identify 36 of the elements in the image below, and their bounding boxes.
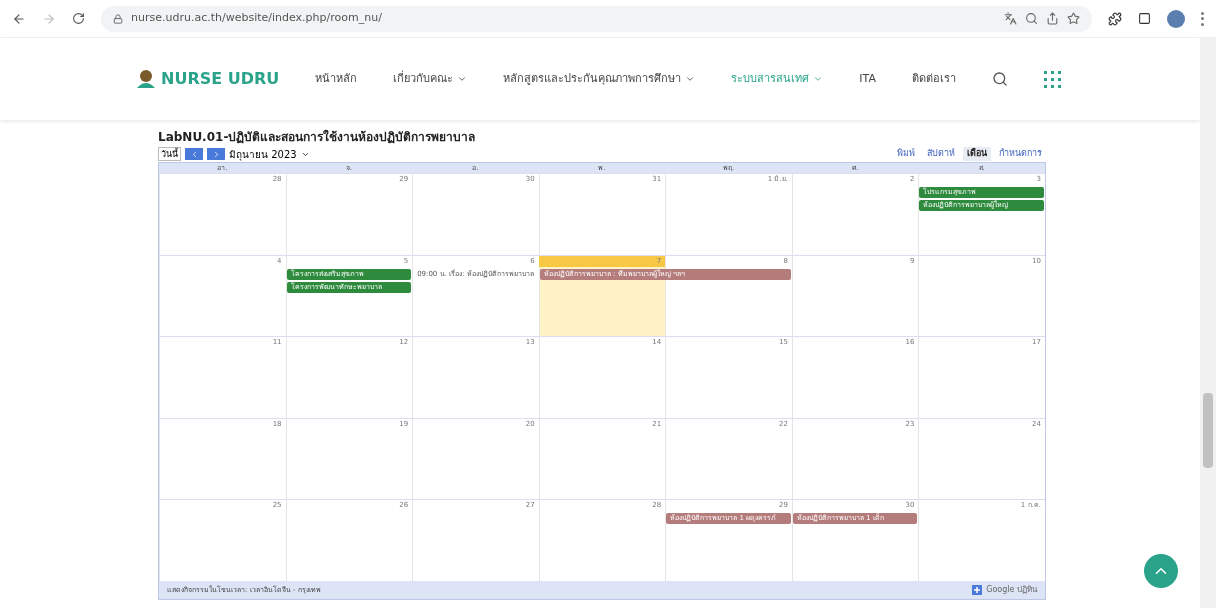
reload-icon[interactable] (72, 12, 85, 25)
nav-link[interactable]: หน้าหลัก (315, 70, 358, 88)
today-button[interactable]: วันนี้ (158, 147, 181, 161)
scrollbar[interactable] (1200, 38, 1216, 608)
share-icon[interactable] (1046, 12, 1059, 25)
view-tab[interactable]: พิมพ์ (893, 147, 919, 161)
scroll-top-button[interactable] (1144, 554, 1178, 588)
calendar-title: LabNU.01-ปฏิบัติและสอนการใช้งานห้องปฏิบัติการพยาบาล (158, 128, 477, 146)
menu-icon[interactable] (1201, 11, 1204, 26)
caret-icon (457, 74, 468, 84)
nav-link[interactable]: หลักสูตรและประกันคุณภาพการศึกษา (503, 70, 696, 88)
view-tab[interactable]: กำหนดการ (995, 147, 1046, 161)
nav-link[interactable]: ระบบสารสนเทศ (731, 70, 824, 88)
caret-icon (813, 74, 824, 84)
lock-icon (113, 13, 123, 24)
view-tab[interactable]: สัปดาห์ (923, 147, 959, 161)
month-picker[interactable]: มิถุนายน 2023 (229, 146, 310, 162)
plus-icon (972, 584, 983, 595)
view-tab[interactable]: เดือน (963, 147, 991, 161)
logo-icon (135, 68, 157, 90)
address-bar[interactable]: nurse.udru.ac.th/website/index.php/room_nu/ (101, 5, 1092, 32)
url-text: nurse.udru.ac.th/website/index.php/room_nu/ (131, 10, 382, 27)
profile-avatar[interactable] (1167, 9, 1185, 28)
grid-menu-icon[interactable] (1043, 70, 1061, 88)
translate-icon[interactable] (1004, 12, 1017, 25)
caret-icon (685, 74, 696, 84)
nav-link[interactable]: เกี่ยวกับคณะ (393, 70, 468, 88)
zoom-icon[interactable] (1025, 12, 1038, 25)
search-icon[interactable] (991, 71, 1008, 87)
back-icon[interactable] (12, 11, 26, 26)
sidepanel-icon[interactable] (1138, 12, 1151, 25)
nav-link[interactable]: ITA (859, 70, 876, 88)
nav-link[interactable]: ติดต่อเรา (911, 70, 956, 88)
extensions-icon[interactable] (1108, 11, 1122, 26)
star-icon[interactable] (1067, 12, 1080, 25)
google-badge[interactable]: Google ปฏิทิน (972, 583, 1037, 596)
